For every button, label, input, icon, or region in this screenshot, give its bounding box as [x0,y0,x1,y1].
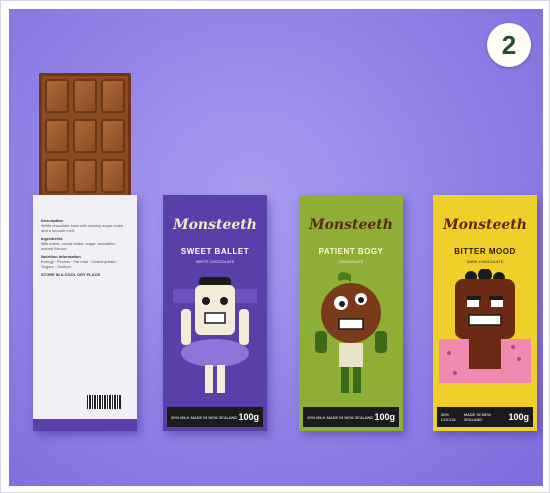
made-in-label: MADE IN NEW ZEALAND [326,414,374,420]
box-ingredients-text: Milk solids, cocoa butter, sugar, emulsi… [41,241,116,251]
weight-label: 100g [508,412,529,422]
monster-illustration [439,269,531,383]
brand-logo: Monsteeth [173,217,257,233]
chocolate-bar [39,73,131,199]
bar-sweet-ballet: Monsteeth SWEET BALLET WHITE CHOCOLATE 3… [163,195,267,431]
chocolate-cell [73,159,97,193]
bar-footer: 50% COCOA MADE IN NEW ZEALAND 100g [437,407,533,427]
box-nutrition-text: Energy · Protein · Fat total · Carbohydr… [41,259,119,269]
chocolate-cell [73,79,97,113]
box-description-text: White chocolate treat with creamy sugar … [41,223,124,233]
brand-logo: Monsteeth [443,217,527,233]
chocolate-type: WHITE CHOCOLATE [195,259,235,264]
chocolate-cell [101,159,125,193]
made-in-label: MADE IN NEW ZEALAND [190,414,238,420]
badge-number: 2 [501,29,517,60]
chocolate-type: DARK CHOCOLATE [466,259,504,264]
weight-label: 100g [238,412,259,422]
milk-percent: 30% MILK [171,414,190,420]
flavor-name: PATIENT BOGY [318,247,384,256]
chocolate-cell [101,119,125,153]
milk-percent: 50% COCOA [441,412,456,422]
box-storage-text: STORE IN A COOL DRY PLACE [41,272,101,277]
milk-percent: 20% MILK [307,414,326,420]
bar-footer: 20% MILK MADE IN NEW ZEALAND 100g [303,407,399,427]
monster-illustration [315,272,387,393]
flavor-name: SWEET BALLET [180,247,250,256]
chocolate-cell [45,119,69,153]
chocolate-cell [45,159,69,193]
brand-logo: Monsteeth [309,217,393,233]
flavor-name: BITTER MOOD [454,247,516,256]
made-in-label: MADE IN NEW ZEALAND [463,412,491,422]
barcode-icon [87,395,121,409]
bar-bitter-mood: Monsteeth BITTER MOOD DARK CHOCOLATE 50%… [433,195,537,431]
monster-illustration [173,277,257,393]
bar-patient-bogy: Monsteeth PATIENT BOGY CHOCOLATE 20% MIL… [299,195,403,431]
weight-label: 100g [374,412,395,422]
chocolate-cell [45,79,69,113]
image-frame: 2 Description White chocolate treat with… [0,0,550,493]
chocolate-cell [101,79,125,113]
chocolate-type: CHOCOLATE [338,259,364,264]
product-photo: 2 Description White chocolate treat with… [9,9,543,486]
bar-footer: 30% MILK MADE IN NEW ZEALAND 100g [167,407,263,427]
box-bottom-strip [33,419,137,431]
number-badge: 2 [487,23,531,67]
chocolate-cell [73,119,97,153]
box-label-text: Description White chocolate treat with c… [41,215,129,277]
